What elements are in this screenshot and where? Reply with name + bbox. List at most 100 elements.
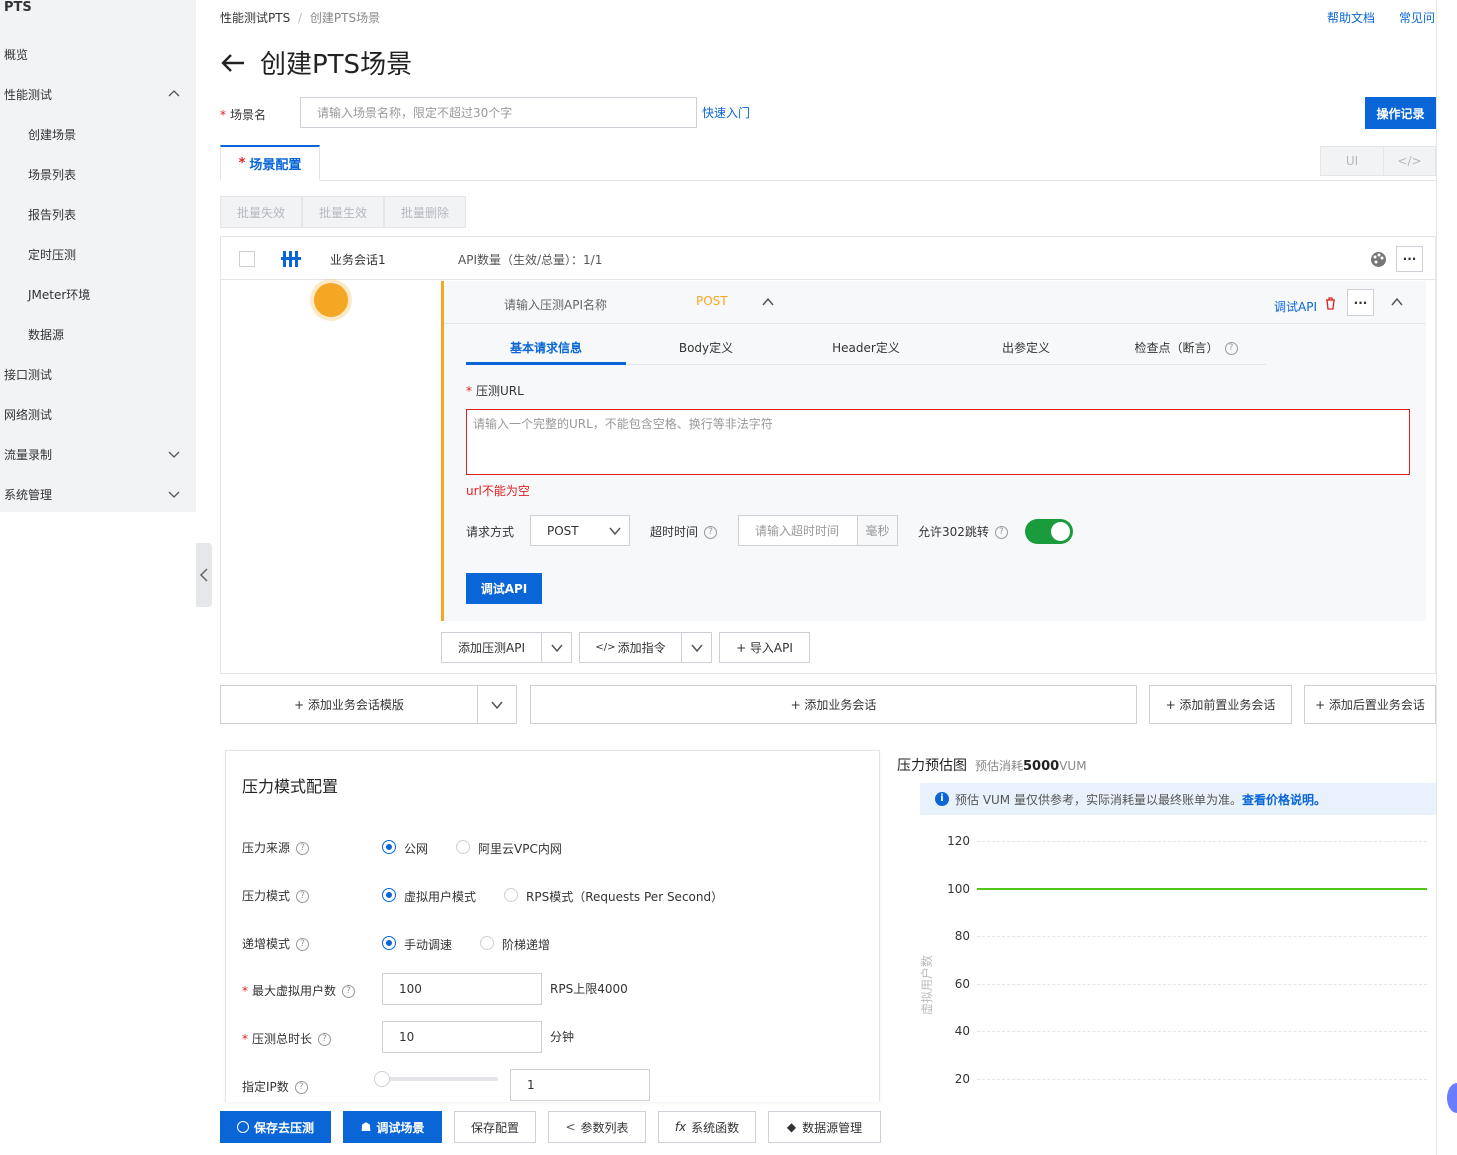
faq-link[interactable]: 常见问 <box>1399 9 1435 26</box>
subtab-basic[interactable]: 基本请求信息 <box>466 339 626 356</box>
batch-disable-button[interactable]: 批量失效 <box>220 196 302 228</box>
source-public-label[interactable]: 公网 <box>404 840 428 857</box>
add-api-dropdown[interactable] <box>541 632 572 663</box>
mode-rps-label[interactable]: RPS模式（Requests Per Second） <box>526 888 723 905</box>
source-vpc-label[interactable]: 阿里云VPC内网 <box>478 840 562 857</box>
session-name[interactable]: 业务会话1 <box>330 251 386 268</box>
add-cmd-button[interactable]: </> 添加指令 <box>579 632 682 663</box>
sidebar-item-network-test[interactable]: 网络测试 <box>4 406 52 423</box>
chevron-up-icon[interactable] <box>1391 297 1403 307</box>
sidebar-item-scene-list[interactable]: 场景列表 <box>28 166 76 183</box>
delete-icon[interactable] <box>1325 297 1336 310</box>
sidebar-collapse-button[interactable] <box>196 543 212 607</box>
add-post-session-button[interactable]: + 添加后置业务会话 <box>1304 685 1436 724</box>
chart-ytick-label: 120 <box>947 834 970 848</box>
help-icon: ? <box>994 526 1008 539</box>
ip-input[interactable]: 1 <box>510 1069 650 1101</box>
subtab-assertion[interactable]: 检查点（断言）? <box>1106 339 1266 356</box>
chart-ylabel: 虚拟用户数 <box>920 954 934 1015</box>
api-method-badge: POST <box>696 294 728 308</box>
batch-enable-button[interactable]: 批量生效 <box>302 196 384 228</box>
help-doc-link[interactable]: 帮助文档 <box>1327 9 1375 26</box>
tab-scene-config[interactable]: * 场景配置 <box>220 145 320 181</box>
api-count: API数量（生效/总量）：1/1 <box>458 253 603 267</box>
save-run-button[interactable]: 保存去压测 <box>220 1111 331 1143</box>
breadcrumb: 性能测试PTS / 创建PTS场景 <box>220 9 380 26</box>
debug-api-button[interactable]: 调试API <box>466 573 542 604</box>
add-api-button[interactable]: 添加压测API <box>441 632 542 663</box>
palette-icon[interactable] <box>1370 251 1387 268</box>
code-view-button[interactable]: </> <box>1383 146 1436 176</box>
sidebar-item-datasource[interactable]: 数据源 <box>28 326 64 343</box>
debug-scene-button[interactable]: ☗ 调试场景 <box>343 1111 442 1143</box>
timeout-label: 超时时间? <box>650 523 718 540</box>
sys-func-button[interactable]: fx 系统函数 <box>658 1111 756 1143</box>
sidebar-item-overview[interactable]: 概览 <box>4 46 28 63</box>
save-config-button[interactable]: 保存配置 <box>454 1111 536 1143</box>
ramp-manual-radio[interactable] <box>382 936 396 950</box>
sidebar-item-report-list[interactable]: 报告列表 <box>28 206 76 223</box>
add-session-button[interactable]: + 添加业务会话 <box>530 685 1137 724</box>
ui-view-button[interactable]: UI <box>1320 146 1384 176</box>
chevron-up-icon[interactable] <box>168 88 180 100</box>
ip-label: 指定IP数? <box>242 1078 308 1095</box>
chevron-down-icon[interactable] <box>168 488 180 500</box>
quick-start-link[interactable]: 快速入门 <box>702 104 750 121</box>
duration-input[interactable]: 10 <box>382 1021 542 1053</box>
add-template-button[interactable]: + 添加业务会话模版 <box>220 685 478 724</box>
arrow-left-icon[interactable] <box>220 52 246 74</box>
import-api-button[interactable]: + 导入API <box>719 632 810 663</box>
op-record-button[interactable]: 操作记录 <box>1365 97 1436 129</box>
sidebar-item-perf-test[interactable]: 性能测试 <box>4 86 52 103</box>
sidebar-item-jmeter[interactable]: JMeter环境 <box>28 286 90 303</box>
mode-vu-label[interactable]: 虚拟用户模式 <box>404 888 476 905</box>
chevron-down-icon[interactable] <box>168 448 180 460</box>
api-more-button[interactable]: ··· <box>1347 289 1374 316</box>
debug-api-link[interactable]: 调试API <box>1274 298 1317 315</box>
ip-slider-handle[interactable] <box>374 1071 390 1087</box>
session-checkbox[interactable] <box>239 251 255 267</box>
sidebar-footer-area <box>0 512 196 1155</box>
method-select-value: POST <box>547 523 579 538</box>
ramp-step-label[interactable]: 阶梯递增 <box>502 936 550 953</box>
add-template-dropdown[interactable] <box>477 685 517 724</box>
source-public-radio[interactable] <box>382 840 396 854</box>
sidebar-item-system[interactable]: 系统管理 <box>4 486 52 503</box>
scene-name-input[interactable]: 请输入场景名称，限定不超过30个字 <box>300 97 697 128</box>
sidebar-item-scheduled[interactable]: 定时压测 <box>28 246 76 263</box>
batch-delete-button[interactable]: 批量删除 <box>384 196 466 228</box>
datasource-button[interactable]: ◆ 数据源管理 <box>768 1111 881 1143</box>
subtab-header[interactable]: Header定义 <box>786 339 946 356</box>
price-link[interactable]: 查看价格说明。 <box>1242 791 1326 808</box>
source-vpc-radio[interactable] <box>456 840 470 854</box>
max-users-input[interactable]: 100 <box>382 973 542 1005</box>
mode-vu-radio[interactable] <box>382 888 396 902</box>
ramp-step-radio[interactable] <box>480 936 494 950</box>
breadcrumb-root[interactable]: 性能测试PTS <box>220 11 290 25</box>
sidebar-item-traffic-record[interactable]: 流量录制 <box>4 446 52 463</box>
subtab-output[interactable]: 出参定义 <box>946 339 1106 356</box>
chevron-up-icon[interactable] <box>762 297 774 307</box>
ip-slider[interactable] <box>382 1077 498 1081</box>
subtab-body[interactable]: Body定义 <box>626 339 786 356</box>
timeout-input[interactable]: 请输入超时时间 <box>738 515 858 546</box>
method-select[interactable]: POST <box>530 515 630 546</box>
api-name-input[interactable]: 请输入压测API名称 <box>504 296 607 313</box>
ramp-label: 递增模式? <box>242 935 310 952</box>
sidebar-item-create-scene[interactable]: 创建场景 <box>28 126 76 143</box>
sidebar-item-api-test[interactable]: 接口测试 <box>4 366 52 383</box>
help-icon: ? <box>342 985 356 998</box>
session-more-button[interactable]: ··· <box>1396 246 1423 272</box>
breadcrumb-current: 创建PTS场景 <box>309 11 381 25</box>
ramp-manual-label[interactable]: 手动调速 <box>404 936 452 953</box>
chevron-down-icon <box>609 527 621 536</box>
add-pre-session-button[interactable]: + 添加前置业务会话 <box>1149 685 1292 724</box>
session-flow-icon <box>281 251 301 267</box>
url-input[interactable]: 请输入一个完整的URL，不能包含空格、换行等非法字符 <box>466 409 1410 475</box>
mode-rps-radio[interactable] <box>504 888 518 902</box>
redirect-toggle[interactable] <box>1025 519 1073 544</box>
more-icon: ··· <box>1402 252 1417 266</box>
duration-label: * 压测总时长? <box>242 1030 332 1047</box>
param-list-button[interactable]: < 参数列表 <box>548 1111 646 1143</box>
add-cmd-dropdown[interactable] <box>681 632 712 663</box>
